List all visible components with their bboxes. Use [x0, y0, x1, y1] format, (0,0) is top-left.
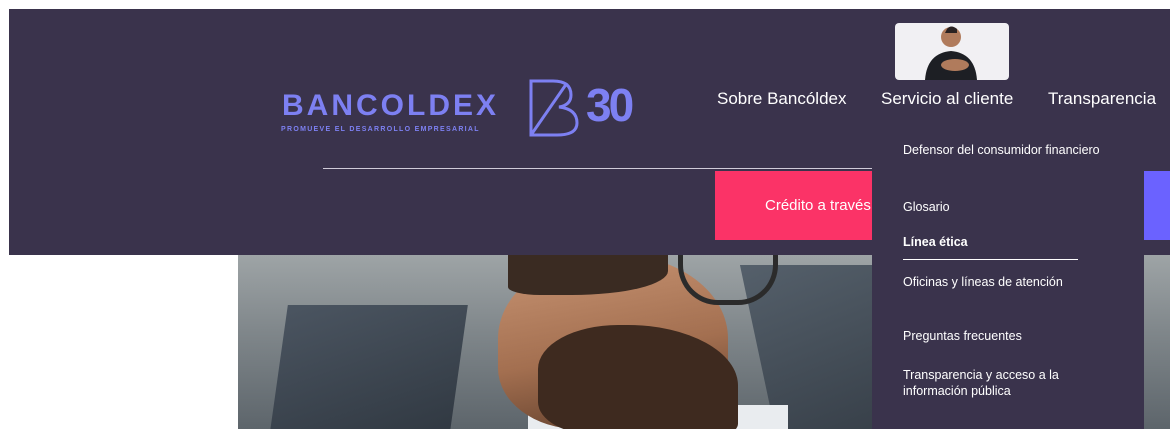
solar-panel-left	[268, 305, 468, 429]
interpreter-figure-icon	[925, 26, 977, 80]
dropdown-item-linea-etica[interactable]: Línea ética	[903, 234, 1123, 250]
brand-name: BANCOLDEX	[282, 89, 500, 122]
dropdown-item-preguntas[interactable]: Preguntas frecuentes	[903, 328, 1123, 344]
nav-sobre-bancoldex[interactable]: Sobre Bancóldex	[717, 89, 846, 109]
b-monogram-icon	[529, 79, 579, 137]
dropdown-item-defensor[interactable]: Defensor del consumidor financiero	[903, 142, 1123, 158]
nav-transparencia[interactable]: Transparencia	[1048, 89, 1156, 109]
header-divider	[323, 168, 872, 169]
active-item-underline	[903, 259, 1078, 260]
dropdown-item-glosario[interactable]: Glosario	[903, 199, 1123, 215]
brand-tagline: PROMUEVE EL DESARROLLO EMPRESARIAL	[281, 126, 480, 133]
credit-button[interactable]: Crédito a través	[715, 171, 873, 240]
sign-language-interpreter[interactable]	[895, 23, 1009, 80]
dropdown-item-transparencia[interactable]: Transparencia y acceso a la información …	[903, 367, 1093, 399]
nav-servicio-al-cliente[interactable]: Servicio al cliente	[881, 89, 1013, 109]
dropdown-item-oficinas[interactable]: Oficinas y líneas de atención	[903, 274, 1063, 290]
anniversary-30: 30	[586, 79, 634, 131]
servicio-al-cliente-dropdown: Defensor del consumidor financiero Glosa…	[872, 122, 1144, 429]
secondary-cta-button[interactable]	[1143, 171, 1170, 240]
